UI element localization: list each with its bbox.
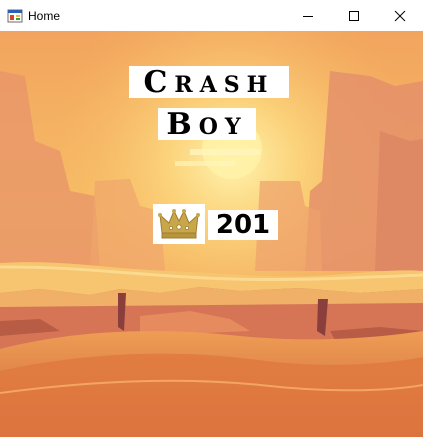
maximize-button[interactable] xyxy=(331,0,377,31)
game-logo-line-2: BOY xyxy=(158,107,256,142)
app-icon xyxy=(7,9,23,22)
game-scene[interactable]: CRASH BOY 201 xyxy=(0,31,423,437)
crown-icon xyxy=(158,209,200,239)
close-button[interactable] xyxy=(377,0,423,31)
high-score-badge xyxy=(153,204,205,244)
title-bar[interactable]: Home xyxy=(0,0,423,31)
game-logo-line-1: CRASH xyxy=(129,65,289,100)
window-title: Home xyxy=(28,8,61,23)
minimize-button[interactable] xyxy=(285,0,331,31)
game-window: Home CRASH BOY 201 xyxy=(0,0,423,437)
maximize-icon xyxy=(349,10,359,21)
close-icon xyxy=(394,10,406,21)
logo-rest-rash: RASH xyxy=(174,72,275,98)
logo-initial-c: C xyxy=(143,65,175,100)
logo-rest-oy: OY xyxy=(198,114,248,140)
high-score-value: 201 xyxy=(208,210,278,240)
minimize-icon xyxy=(303,15,313,17)
logo-initial-b: B xyxy=(166,107,199,142)
